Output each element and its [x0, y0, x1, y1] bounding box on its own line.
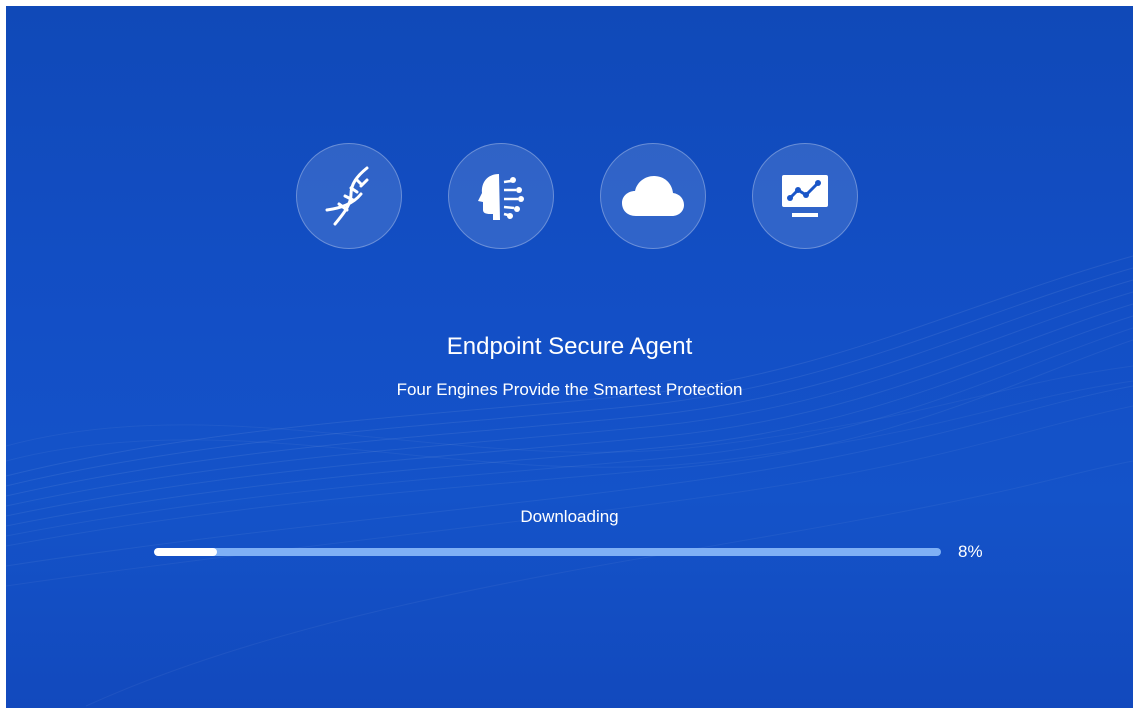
dna-icon [325, 166, 369, 226]
app-title: Endpoint Secure Agent [446, 333, 693, 360]
monitor-chart-icon [782, 175, 828, 217]
installer-window: Endpoint Secure Agent Four Engines Provi… [6, 6, 1133, 708]
download-progress-fill [154, 548, 217, 556]
engine-monitor [752, 143, 858, 249]
engines-row [296, 143, 858, 251]
download-progress-percent: 8% [958, 542, 983, 561]
download-progress-bar [154, 548, 941, 556]
download-status: Downloading [520, 507, 619, 526]
engine-ai [448, 143, 554, 249]
app-subtitle: Four Engines Provide the Smartest Protec… [396, 380, 743, 399]
ai-head-icon [478, 174, 524, 220]
engine-gene [296, 143, 402, 249]
engine-cloud [600, 143, 706, 249]
cloud-icon [622, 176, 684, 216]
